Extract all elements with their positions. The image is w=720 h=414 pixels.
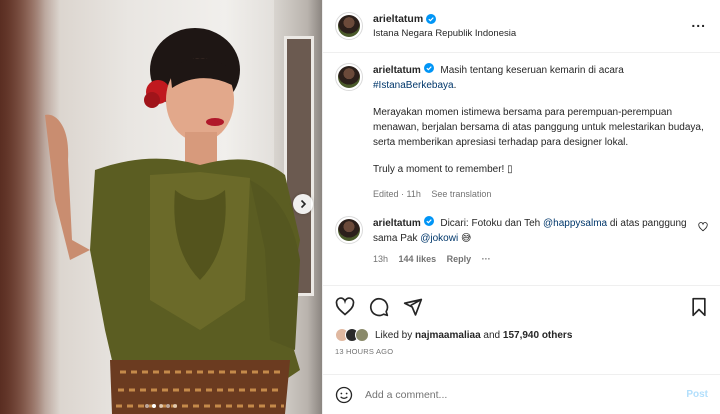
see-translation-link[interactable]: See translation — [431, 189, 491, 199]
post-location[interactable]: Istana Negara Republik Indonesia — [373, 28, 516, 39]
verified-badge-icon — [426, 14, 437, 24]
caption-paragraph-3: Truly a moment to remember! ▯ — [373, 164, 513, 175]
comment-time: 13h — [373, 254, 389, 264]
likes-others-link[interactable]: 157,940 others — [503, 330, 573, 341]
likes-and: and — [483, 329, 501, 341]
post-side-panel: arieltatum Istana Negara Republik Indone… — [322, 0, 720, 414]
caption-meta: Edited · 11h See translation — [373, 187, 708, 202]
caption: arieltatum Masih tentang keseruan kemari… — [335, 63, 708, 202]
caption-paragraph-2: Merayakan momen istimewa bersama para pe… — [373, 107, 704, 148]
author-username[interactable]: arieltatum — [373, 13, 437, 25]
author-info: arieltatum Istana Negara Republik Indone… — [373, 13, 516, 39]
action-icons — [335, 296, 708, 318]
carousel-dot — [159, 404, 163, 408]
author-username-text[interactable]: arieltatum — [373, 13, 423, 25]
caption-content: arieltatum Masih tentang keseruan kemari… — [373, 63, 708, 202]
comment-item: arieltatum Dicari: Fotoku dan Teh @happy… — [335, 216, 708, 267]
likes-summary: Liked by najmaamaliaa and 157,940 others — [335, 328, 708, 342]
comment-avatar[interactable] — [335, 216, 363, 244]
post-dialog: arieltatum Istana Negara Republik Indone… — [0, 0, 720, 414]
like-heart-icon[interactable] — [335, 297, 355, 317]
reply-button[interactable]: Reply — [447, 254, 472, 264]
liker-avatar[interactable] — [355, 328, 369, 342]
carousel-dot — [145, 404, 149, 408]
chevron-right-icon — [300, 199, 307, 209]
comment-like-icon[interactable] — [698, 222, 708, 232]
post-photo[interactable] — [0, 0, 322, 414]
comment-content: arieltatum Dicari: Fotoku dan Teh @happy… — [373, 216, 708, 267]
carousel-dot — [152, 404, 156, 408]
comment-more-button[interactable]: ··· — [482, 254, 491, 264]
comment-likes[interactable]: 144 likes — [399, 254, 437, 264]
comment-bubble-icon[interactable] — [369, 297, 389, 317]
comment-input[interactable]: Add a comment... — [365, 389, 686, 401]
hashtag-link[interactable]: #IstanaBerkebaya — [373, 80, 454, 91]
emoji-icon[interactable] — [335, 386, 353, 404]
author-avatar[interactable] — [335, 12, 363, 40]
comment-meta: 13h 144 likes Reply ··· — [373, 252, 690, 267]
comment-text-a: Dicari: Fotoku dan Teh — [440, 218, 541, 229]
mention-link[interactable]: @happysalma — [543, 218, 607, 229]
share-send-icon[interactable] — [403, 297, 423, 317]
caption-username[interactable]: arieltatum — [373, 63, 436, 76]
caption-avatar[interactable] — [335, 63, 363, 91]
carousel-dots — [0, 404, 322, 408]
carousel-dot — [173, 404, 177, 408]
post-actions: Liked by najmaamaliaa and 157,940 others… — [323, 285, 720, 375]
comment-username[interactable]: arieltatum — [373, 216, 436, 229]
liker-username[interactable]: najmaamaliaa — [415, 330, 481, 341]
post-comment-button[interactable]: Post — [686, 389, 708, 400]
save-bookmark-icon[interactable] — [690, 297, 708, 317]
edited-label: Edited · 11h — [373, 189, 421, 199]
woman-in-kebaya-image — [45, 28, 300, 414]
post-header: arieltatum Istana Negara Republik Indone… — [323, 0, 720, 53]
carousel-next-button[interactable] — [293, 194, 313, 214]
caption-period: . — [453, 80, 457, 91]
verified-badge-icon — [423, 63, 434, 73]
comments-section: arieltatum Masih tentang keseruan kemari… — [323, 53, 720, 285]
add-comment-bar: Add a comment... Post — [323, 374, 720, 414]
likes-text: Liked by najmaamaliaa and 157,940 others — [375, 330, 572, 341]
verified-badge-icon — [423, 216, 434, 226]
comment-emoji: 😅 — [460, 233, 472, 244]
more-options-button[interactable]: ... — [691, 14, 706, 30]
likes-prefix: Liked by — [375, 329, 413, 341]
mention-link[interactable]: @jokowi — [420, 233, 458, 244]
caption-line1: Masih tentang keseruan kemarin di acara — [440, 65, 624, 76]
carousel-dot — [166, 404, 170, 408]
post-timestamp[interactable]: 13 HOURS AGO — [335, 347, 708, 356]
